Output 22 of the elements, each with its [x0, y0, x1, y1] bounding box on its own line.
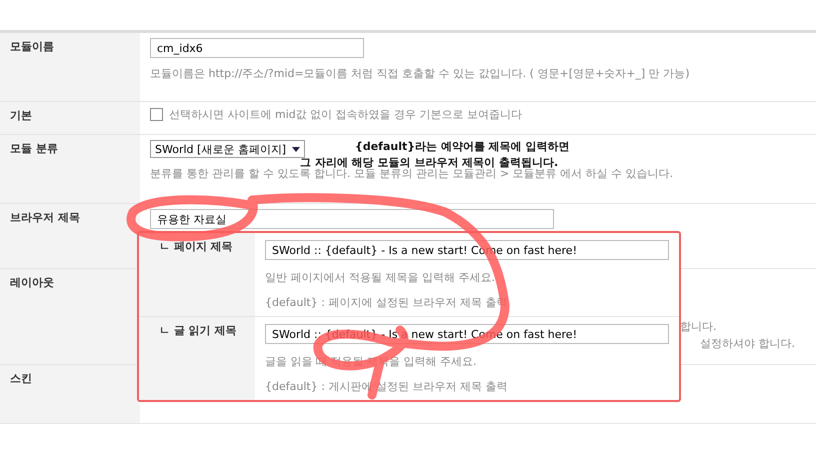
- text-field[interactable]: 유용한 자료실: [150, 209, 554, 229]
- help-text: 설정하셔야 합니다.: [700, 336, 795, 351]
- help-text: 선택하시면 사이트에 mid값 없이 접속하였을 경우 기본으로 보여줍니다: [169, 107, 522, 122]
- field-label: ㄴ 글 읽기 제목: [159, 324, 236, 337]
- help-text: 분류를 통한 관리를 할 수 있도록 합니다. 모듈 분류의 관리는 모듈관리 > 모듈분류 에서 하실 수 있습니다.: [150, 167, 674, 181]
- field-label: 모듈이름: [0, 33, 140, 101]
- title-field[interactable]: SWorld :: {default} - Is a new start! Come on fast here!: [265, 240, 669, 260]
- field-label: ㄴ 페이지 제목: [159, 240, 233, 253]
- annotation-text: {default}라는 예약어를 제목에 입력하면: [355, 140, 570, 153]
- field-label: 브라우저 제목: [0, 204, 140, 268]
- field-label: 모듈 분류: [0, 135, 140, 203]
- field-label: 스킨: [0, 365, 140, 423]
- caret-icon: [292, 146, 300, 152]
- help-text: 일반 페이지에서 적용될 제목을 입력해 주세요.: [265, 270, 496, 285]
- field-label: 기본: [0, 102, 140, 134]
- text-field[interactable]: cm_idx6: [150, 38, 364, 58]
- help-text: 합니다.: [680, 319, 716, 334]
- annotation-text: 그 자리에 해당 모듈의 브라우저 제목이 출력됩니다.: [300, 156, 558, 169]
- field-label: 레이아웃: [0, 269, 140, 364]
- checkbox[interactable]: [150, 108, 163, 121]
- category-dropdown[interactable]: SWorld [새로운 홈페이지]: [150, 140, 306, 158]
- help-text: 모듈이름은 http://주소/?mid=모듈이름 처럼 직접 호출할 수 있는 값입니다. ( 영문+[영문+숫자+_] 만 가능): [150, 66, 690, 81]
